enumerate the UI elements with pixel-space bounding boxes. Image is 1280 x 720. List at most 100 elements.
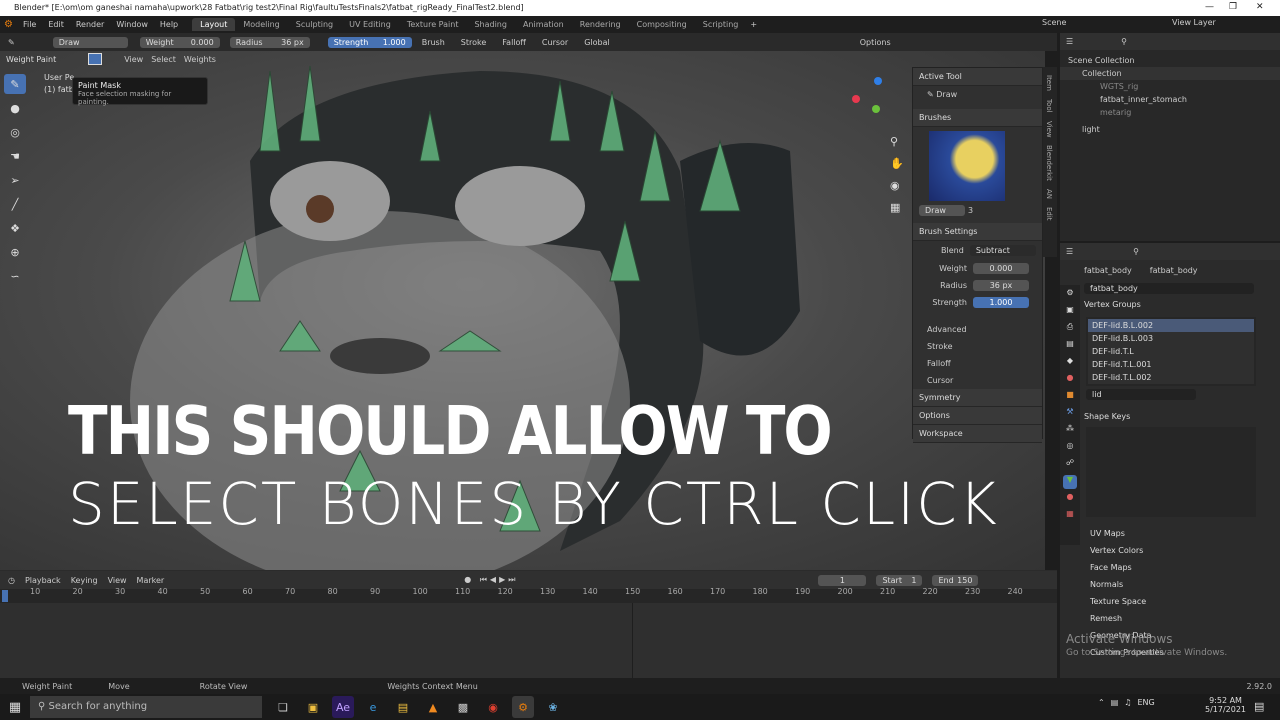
blend-dropdown[interactable]: Subtract <box>969 245 1036 256</box>
volume-icon[interactable]: ♫ <box>1124 698 1131 707</box>
paint-app-icon[interactable]: ❀ <box>542 696 564 718</box>
strength-field[interactable]: Strength 1.000 <box>327 36 412 48</box>
scene-tab-icon[interactable]: ◆ <box>1063 356 1077 370</box>
tab-rendering[interactable]: Rendering <box>572 18 629 31</box>
active-tool-row[interactable]: ✎ Draw <box>913 86 1042 103</box>
start-frame-field[interactable]: Start 1 <box>876 574 923 586</box>
playback-menu[interactable]: Playback <box>25 576 61 585</box>
keying-menu[interactable]: Keying <box>71 576 98 585</box>
taskbar-search[interactable]: ⚲ Search for anything <box>30 696 262 718</box>
timeline-ruler[interactable]: 10 20 30 40 50 60 70 80 90 100 110 120 130 140 150 160 1… <box>0 587 1057 603</box>
workspace-header[interactable]: Workspace <box>913 425 1042 443</box>
tab-modeling[interactable]: Modeling <box>235 18 287 31</box>
outliner-item-light[interactable]: light <box>1060 123 1280 136</box>
pan-icon[interactable]: ✋ <box>890 153 904 175</box>
constraints-tab-icon[interactable]: ☍ <box>1063 458 1077 472</box>
playback-controls[interactable]: ● ⏮◀▶⏭ <box>464 575 518 585</box>
tab-tool[interactable]: Tool <box>1045 99 1053 113</box>
vertex-groups-header[interactable]: Vertex Groups <box>1060 296 1280 313</box>
tab-item[interactable]: Item <box>1045 75 1053 91</box>
world-tab-icon[interactable]: ● <box>1063 373 1077 387</box>
tab-layout[interactable]: Layout <box>192 18 236 31</box>
advanced-subpanel[interactable]: Advanced <box>913 321 1042 338</box>
cursor-subpanel[interactable]: Cursor <box>913 372 1042 389</box>
network-icon[interactable]: ▤ <box>1111 698 1119 707</box>
paint-mask-button[interactable] <box>88 53 103 65</box>
symmetry-header[interactable]: Symmetry <box>913 389 1042 407</box>
filter-input[interactable]: lid <box>1086 389 1196 400</box>
view-menu[interactable]: View <box>124 55 143 64</box>
output-tab-icon[interactable]: ⎙ <box>1063 322 1077 336</box>
properties-search-icon[interactable]: ⚲ <box>1133 247 1139 256</box>
tab-scripting[interactable]: Scripting <box>695 18 747 31</box>
tab-blenderkit[interactable]: Blenderkit <box>1045 145 1053 181</box>
playhead[interactable] <box>2 590 8 602</box>
blender-logo-icon[interactable]: ⚙ <box>0 19 17 30</box>
after-effects-icon[interactable]: Ae <box>332 696 354 718</box>
timeline-view-menu[interactable]: View <box>108 576 127 585</box>
measure-icon[interactable]: ∽ <box>4 266 26 286</box>
marker-menu[interactable]: Marker <box>137 576 165 585</box>
cursor-tool-icon[interactable]: ⊕ <box>4 242 26 262</box>
app-icon[interactable]: ▩ <box>452 696 474 718</box>
minimize-icon[interactable]: — <box>1205 2 1214 12</box>
menu-help[interactable]: Help <box>154 20 184 29</box>
outliner-item-wgts[interactable]: WGTS_rig <box>1060 80 1280 93</box>
select-menu[interactable]: Select <box>151 55 176 64</box>
edge-icon[interactable]: e <box>362 696 384 718</box>
remesh-panel[interactable]: Remesh <box>1084 610 1280 627</box>
tab-view[interactable]: View <box>1045 121 1053 138</box>
texture-space-panel[interactable]: Texture Space <box>1084 593 1280 610</box>
mode-selector[interactable]: Weight Paint <box>6 55 56 64</box>
task-view-icon[interactable]: ❏ <box>272 696 294 718</box>
shape-keys-header[interactable]: Shape Keys <box>1060 408 1280 425</box>
object-tab-icon[interactable]: ■ <box>1063 390 1077 404</box>
tool-tab-icon[interactable]: ⚙ <box>1063 288 1077 302</box>
vertex-colors-panel[interactable]: Vertex Colors <box>1084 542 1280 559</box>
tab-uv-editing[interactable]: UV Editing <box>341 18 399 31</box>
face-maps-panel[interactable]: Face Maps <box>1084 559 1280 576</box>
file-explorer-icon[interactable]: ▣ <box>302 696 324 718</box>
data-tab-icon[interactable]: ▼ <box>1063 475 1077 489</box>
vertex-group-item[interactable]: DEF-lid.T.L.002 <box>1088 371 1254 384</box>
vertex-group-item[interactable]: DEF-lid.T.L <box>1088 345 1254 358</box>
vertex-group-item[interactable]: DEF-lid.B.L.002 <box>1088 319 1254 332</box>
falloff-menu[interactable]: Falloff <box>496 38 532 47</box>
navigation-gizmo[interactable] <box>852 77 892 117</box>
draw-tool-icon[interactable]: ✎ <box>4 74 26 94</box>
blur-tool-icon[interactable]: ● <box>4 98 26 118</box>
folder-icon[interactable]: ▤ <box>392 696 414 718</box>
radius-field[interactable]: 36 px <box>973 280 1029 291</box>
collection-row[interactable]: Collection <box>1060 67 1280 80</box>
zoom-icon[interactable]: ⚲ <box>890 131 904 153</box>
vertex-group-item[interactable]: DEF-lid.B.L.003 <box>1088 332 1254 345</box>
tab-edit[interactable]: Edit <box>1045 207 1053 221</box>
options-header[interactable]: Options <box>913 407 1042 425</box>
close-icon[interactable]: ✕ <box>1256 2 1264 12</box>
tab-animation[interactable]: Animation <box>515 18 572 31</box>
modifier-tab-icon[interactable]: ⚒ <box>1063 407 1077 421</box>
texture-tab-icon[interactable]: ▦ <box>1063 509 1077 523</box>
active-tool-header[interactable]: Active Tool <box>913 68 1042 86</box>
brush-field[interactable]: Draw <box>52 36 128 48</box>
sample-weight-icon[interactable]: ➢ <box>4 170 26 190</box>
strength-field[interactable]: 1.000 <box>973 297 1029 308</box>
menu-window[interactable]: Window <box>110 20 154 29</box>
language-indicator[interactable]: ENG <box>1137 698 1154 707</box>
properties-editor-icon[interactable]: ☰ <box>1066 247 1073 256</box>
scene-selector[interactable]: Scene <box>1042 18 1066 27</box>
outliner-editor-icon[interactable]: ☰ <box>1066 37 1073 46</box>
tab-sculpting[interactable]: Sculpting <box>288 18 341 31</box>
menu-file[interactable]: File <box>17 20 42 29</box>
menu-render[interactable]: Render <box>70 20 110 29</box>
chrome-icon[interactable]: ◉ <box>482 696 504 718</box>
end-frame-field[interactable]: End 150 <box>932 574 979 586</box>
render-tab-icon[interactable]: ▣ <box>1063 305 1077 319</box>
maximize-icon[interactable]: ❐ <box>1229 2 1237 12</box>
annotate-icon[interactable]: ❖ <box>4 218 26 238</box>
view-layer-selector[interactable]: View Layer <box>1172 18 1216 27</box>
weights-menu[interactable]: Weights <box>184 55 216 64</box>
radius-field[interactable]: Radius 36 px <box>229 36 310 48</box>
smear-tool-icon[interactable]: ☚ <box>4 146 26 166</box>
tab-shading[interactable]: Shading <box>466 18 515 31</box>
